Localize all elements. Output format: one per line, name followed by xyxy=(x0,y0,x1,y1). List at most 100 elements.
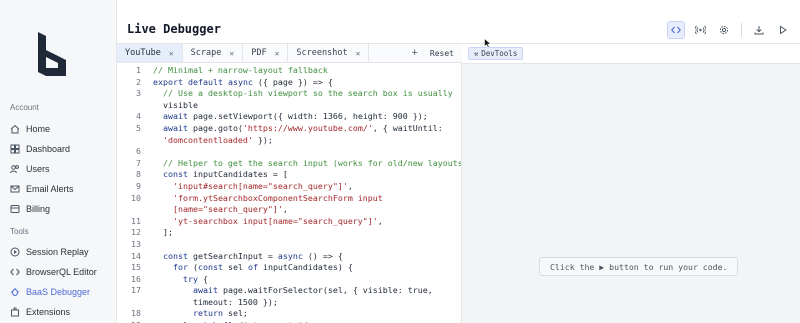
sidebar-item-email-alerts[interactable]: Email Alerts xyxy=(10,179,110,199)
code-text: [name="search_query"]', xyxy=(172,204,288,215)
extensions-icon xyxy=(10,307,20,317)
code-text: const inputCandidates = [ xyxy=(163,169,288,180)
billing-icon xyxy=(10,204,20,214)
code-line: 5 await page.goto('https://www.youtube.c… xyxy=(117,123,461,135)
add-tab-button[interactable]: + xyxy=(405,44,423,62)
code-line: visible xyxy=(117,100,461,112)
broadcast-icon xyxy=(694,25,706,35)
code-line: 14 const getSearchInput = async () => { xyxy=(117,251,461,263)
code-line: timeout: 1500 }); xyxy=(117,297,461,309)
mail-icon xyxy=(10,184,20,194)
download-icon xyxy=(754,26,764,35)
tab-youtube[interactable]: YouTube ✕ xyxy=(117,44,183,62)
code-text: await page.goto('https://www.youtube.com… xyxy=(163,122,443,133)
code-line: 6 xyxy=(117,146,461,158)
sidebar-item-label: Dashboard xyxy=(26,144,71,154)
close-icon[interactable]: ✕ xyxy=(356,49,361,58)
code-icon xyxy=(10,267,20,277)
app-root: Account Home Dashboard Users Email Alert… xyxy=(0,0,800,323)
debugger-icon xyxy=(10,287,20,297)
code-line: 4 await page.setViewport({ width: 1366, … xyxy=(117,111,461,123)
close-icon[interactable]: ✕ xyxy=(169,49,174,58)
sidebar-item-label: Session Replay xyxy=(26,247,89,257)
line-number: 18 xyxy=(131,308,141,319)
sidebar-item-users[interactable]: Users xyxy=(10,159,110,179)
sidebar-item-label: Billing xyxy=(26,204,51,214)
account-heading: Account xyxy=(10,103,39,112)
sidebar-item-dashboard[interactable]: Dashboard xyxy=(10,139,110,159)
sidebar-item-billing[interactable]: Billing xyxy=(10,199,110,219)
tab-pdf[interactable]: PDF ✕ xyxy=(243,44,289,62)
code-brackets-icon xyxy=(671,26,681,34)
sidebar-item-home[interactable]: Home xyxy=(10,119,110,139)
devtools-pane: ⚒ DevTools Click the ▶ button to run you… xyxy=(462,43,800,323)
toolbar-divider xyxy=(741,23,742,37)
download-button[interactable] xyxy=(750,21,768,39)
run-hint: Click the ▶ button to run your code. xyxy=(539,257,739,276)
line-number: 15 xyxy=(131,262,141,273)
code-line: 13 xyxy=(117,239,461,251)
sidebar-item-extensions[interactable]: Extensions xyxy=(10,302,110,322)
code-line: 'domcontentloaded' }); xyxy=(117,135,461,147)
tab-label: Scrape xyxy=(190,48,222,58)
run-button[interactable] xyxy=(774,21,792,39)
close-icon[interactable]: ✕ xyxy=(275,49,280,58)
code-text: // Minimal + narrow-layout fallback xyxy=(153,65,328,75)
code-line: 15 for (const sel of inputCandidates) { xyxy=(117,262,461,274)
dashboard-icon xyxy=(10,144,20,154)
code-text: const getSearchInput = async () => { xyxy=(163,250,343,261)
line-number: 4 xyxy=(136,111,141,122)
live-broadcast-button[interactable] xyxy=(691,21,709,39)
settings-button[interactable] xyxy=(715,21,733,39)
sidebar-item-session-replay[interactable]: Session Replay xyxy=(10,242,110,262)
code-line: 18 return sel; xyxy=(117,308,461,320)
code-text: return sel; xyxy=(192,308,248,319)
code-line: 11 'yt-searchbox input[name="search_quer… xyxy=(117,216,461,228)
sidebar-item-browserql-editor[interactable]: BrowserQL Editor xyxy=(10,262,110,282)
tabs-spacer xyxy=(369,44,405,62)
mouse-cursor-icon xyxy=(484,38,492,48)
line-number: 7 xyxy=(136,157,141,168)
code-text: // Use a desktop-ish viewport so the sea… xyxy=(153,88,453,99)
code-text: for (const sel of inputCandidates) { xyxy=(172,262,353,273)
editor-tabs: YouTube ✕ Scrape ✕ PDF ✕ Screenshot ✕ + … xyxy=(117,43,462,63)
line-number: 5 xyxy=(136,122,141,133)
sidebar-item-label: Extensions xyxy=(26,307,71,317)
sidebar-item-label: Email Alerts xyxy=(26,184,74,194)
line-number: 2 xyxy=(136,76,141,87)
code-view-button[interactable] xyxy=(667,21,685,39)
devtools-button[interactable]: ⚒ DevTools xyxy=(468,47,524,60)
line-number: 17 xyxy=(131,285,141,296)
close-icon[interactable]: ✕ xyxy=(229,49,234,58)
code-editor[interactable]: 1 // Minimal + narrow-layout fallback 2 exp… xyxy=(117,63,462,323)
tab-label: PDF xyxy=(251,48,267,58)
tools-icon: ⚒ xyxy=(474,49,479,58)
code-line: 3 // Use a desktop-ish viewport so the s… xyxy=(117,88,461,100)
code-line: 8 const inputCandidates = [ xyxy=(117,169,461,181)
sidebar-item-baas-debugger[interactable]: BaaS Debugger xyxy=(10,282,110,302)
tab-label: Screenshot xyxy=(296,48,348,58)
code-text: 'yt-searchbox input[name="search_query"]… xyxy=(172,215,383,226)
tab-scrape[interactable]: Scrape ✕ xyxy=(183,44,244,62)
code-line: 2 export default async ({ page }) => { xyxy=(117,77,461,89)
code-line: 17 await page.waitForSelector(sel, { vis… xyxy=(117,285,461,297)
code-text: visible xyxy=(153,99,198,110)
play-circle-icon xyxy=(10,247,20,257)
code-text: // Helper to get the search input (works… xyxy=(153,157,462,168)
line-number: 3 xyxy=(136,88,141,99)
tab-screenshot[interactable]: Screenshot ✕ xyxy=(288,44,370,62)
sidebar-item-label: BaaS Debugger xyxy=(26,287,91,297)
browserless-logo xyxy=(38,32,66,76)
line-number: 14 xyxy=(131,250,141,261)
top-toolbar xyxy=(661,21,792,39)
code-text: try { xyxy=(182,273,208,284)
page-title: Live Debugger xyxy=(127,22,221,36)
code-text: 'form.ytSearchboxComponentSearchForm inp… xyxy=(172,192,383,203)
line-number: 10 xyxy=(131,192,141,203)
code-text: ]; xyxy=(153,227,173,238)
code-text: 'domcontentloaded' }); xyxy=(163,134,273,145)
reset-button[interactable]: Reset xyxy=(424,44,462,62)
sidebar-item-label: Users xyxy=(26,164,50,174)
line-number: 6 xyxy=(136,146,141,157)
account-nav: Home Dashboard Users Email Alerts Billin… xyxy=(10,119,110,219)
